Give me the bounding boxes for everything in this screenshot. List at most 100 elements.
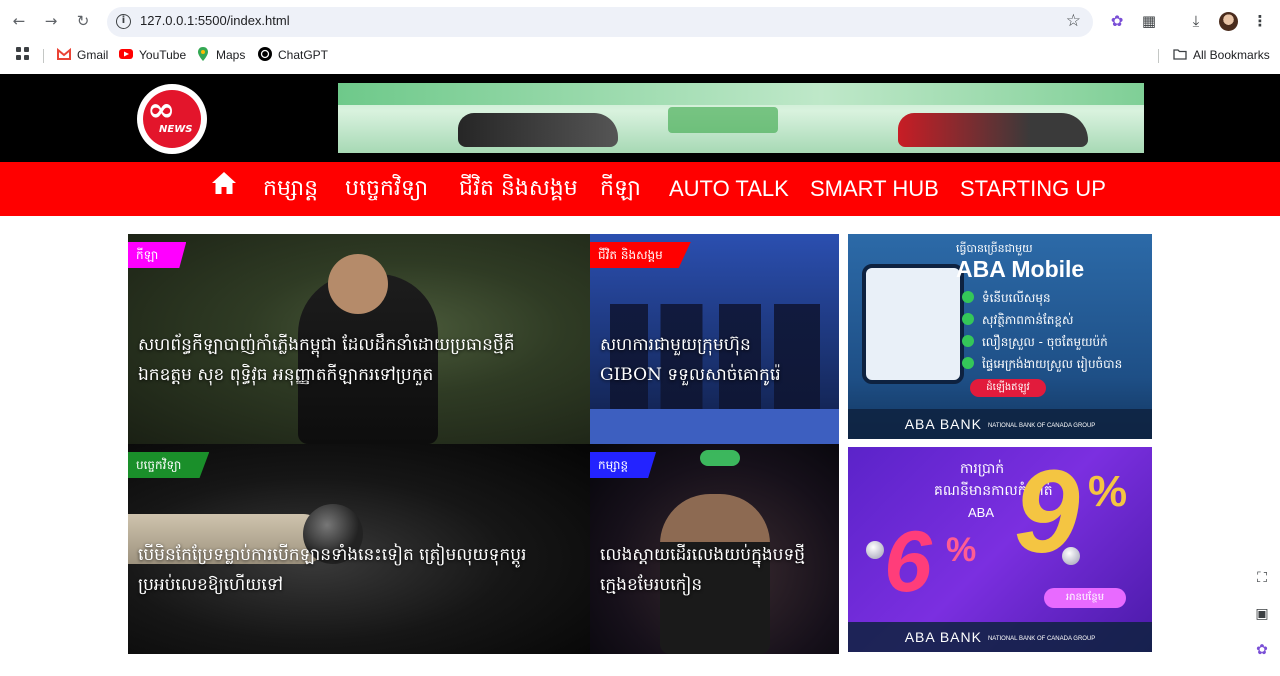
article-card[interactable]: កម្សាន្ត លេងស្ដាយដើរលេងយប់ក្នុងបទថ្មី ក្… xyxy=(590,444,839,654)
category-badge[interactable]: ជីវិត និងសង្គម xyxy=(590,242,691,268)
bookmark-gmail[interactable]: Gmail xyxy=(57,47,108,63)
side-floating-toolbar: ⛶ ▣ ✿ xyxy=(1250,566,1274,674)
article-headline[interactable]: សហការជាមួយក្រុមហ៊ុន GIBON ទទួលសាច់គោកូរ៉… xyxy=(600,330,781,390)
headline-line: បើមិនកែប្រែទម្លាប់ការបើកឡានទាំងនេះទៀត ត្… xyxy=(138,545,527,565)
ad-kicker: ការប្រាក់ xyxy=(960,461,1005,477)
aba-deposit-ad[interactable]: ការប្រាក់ គណនីមានកាលកំណត់ ABA 9 % 6 % អា… xyxy=(848,447,1152,652)
coin-icon xyxy=(1062,547,1080,565)
logo-word: NEWS xyxy=(159,124,193,135)
ad-footer: ABA BANK NATIONAL BANK OF CANADA GROUP xyxy=(848,409,1152,439)
headline-line: GIBON ទទួលសាច់គោកូរ៉េ xyxy=(600,365,781,385)
aba-mobile-ad[interactable]: ធ្វើបានច្រើនជាមួយ ABA Mobile ទំនើបលើសមុន… xyxy=(848,234,1152,439)
bookmark-gmail-label: Gmail xyxy=(77,48,109,62)
article-image-table xyxy=(590,409,839,444)
check-icon xyxy=(962,357,974,369)
headline-line: សហការជាមួយក្រុមហ៊ុន xyxy=(600,335,751,355)
bookmark-maps[interactable]: Maps xyxy=(196,47,245,63)
menu-kebab-icon[interactable]: ⋮ xyxy=(1249,10,1271,32)
profile-avatar[interactable] xyxy=(1219,12,1238,31)
bookmarks-divider xyxy=(43,49,44,63)
headline-line: សហព័ន្ធកីឡាបាញ់កាំភ្លើងកម្ពុជា ដែលដឹកនាំ… xyxy=(138,335,515,355)
gmail-icon xyxy=(57,47,71,61)
ad-feature: សុវត្ថិភាពកាន់តែខ្ពស់ xyxy=(962,312,1073,330)
article-image-stage-light xyxy=(700,450,740,466)
check-icon xyxy=(962,313,974,325)
nav-item-entertainment[interactable]: កម្សាន្ត xyxy=(263,173,318,205)
download-icon[interactable]: ⤓ xyxy=(1185,10,1207,32)
nav-item-life-society[interactable]: ជីវិត និងសង្គម xyxy=(459,173,578,205)
nav-item-technology[interactable]: បច្ចេកវិទ្យា xyxy=(345,173,428,205)
all-bookmarks-label: All Bookmarks xyxy=(1193,48,1270,62)
bookmark-star-icon[interactable]: ☆ xyxy=(1066,11,1081,31)
ad-feature: លឿនស្រួល - ចុចតែមួយប៉ក់ xyxy=(962,334,1108,352)
article-headline[interactable]: លេងស្ដាយដើរលេងយប់ក្នុងបទថ្មី ក្មេងខមែរបក… xyxy=(600,540,805,600)
nav-item-sports[interactable]: កីឡា xyxy=(600,173,641,205)
article-card[interactable]: ជីវិត និងសង្គម សហការជាមួយក្រុមហ៊ុន GIBON… xyxy=(590,234,839,444)
rate-low-number: 6 xyxy=(884,514,932,610)
bank-group: NATIONAL BANK OF CANADA GROUP xyxy=(987,423,1096,429)
site-header: ∞ NEWS xyxy=(0,74,1280,162)
bank-name: ABA BANK xyxy=(904,629,982,645)
ad-footer: ABA BANK NATIONAL BANK OF CANADA GROUP xyxy=(848,622,1152,652)
check-icon xyxy=(962,291,974,303)
screenshot-icon[interactable]: ⛶ xyxy=(1250,566,1274,590)
reading-mode-icon[interactable]: ▣ xyxy=(1250,602,1274,626)
article-headline[interactable]: បើមិនកែប្រែទម្លាប់ការបើកឡានទាំងនេះទៀត ត្… xyxy=(138,540,526,600)
article-headline[interactable]: សហព័ន្ធកីឡាបាញ់កាំភ្លើងកម្ពុជា ដែលដឹកនាំ… xyxy=(138,330,515,390)
bank-group: NATIONAL BANK OF CANADA GROUP xyxy=(987,636,1096,642)
address-url[interactable]: 127.0.0.1:5500/index.html xyxy=(140,13,290,28)
reload-icon[interactable]: ↻ xyxy=(73,11,93,31)
headline-line: លេងស្ដាយដើរលេងយប់ក្នុងបទថ្មី xyxy=(600,545,806,565)
bookmark-youtube[interactable]: YouTube xyxy=(119,47,186,63)
extension-brain-icon[interactable]: ✿ xyxy=(1250,638,1274,662)
chatgpt-icon xyxy=(258,47,272,61)
headline-line: ប្រអប់លេខឱ្យហើយទៅ xyxy=(138,575,284,595)
bank-name: ABA BANK xyxy=(904,416,982,432)
category-badge[interactable]: កម្សាន្ត xyxy=(590,452,657,478)
address-bar[interactable]: i 127.0.0.1:5500/index.html ☆ xyxy=(107,7,1093,37)
category-badge[interactable]: បច្ចេកវិទ្យា xyxy=(128,452,210,478)
nav-item-starting-up[interactable]: STARTING UP xyxy=(960,173,1106,205)
banner-stripe xyxy=(338,83,1144,105)
article-card[interactable]: បច្ចេកវិទ្យា បើមិនកែប្រែទម្លាប់ការបើកឡាន… xyxy=(128,444,590,654)
browser-toolbar: ← → ↻ i 127.0.0.1:5500/index.html ☆ ✿ ▦ … xyxy=(0,0,1280,42)
back-icon[interactable]: ← xyxy=(9,11,29,31)
bookmark-maps-label: Maps xyxy=(216,48,246,62)
site-logo[interactable]: ∞ NEWS xyxy=(137,84,207,154)
main-nav: កម្សាន្ត បច្ចេកវិទ្យា ជីវិត និងសង្គម កីឡ… xyxy=(0,162,1280,216)
nav-item-smart-hub[interactable]: SMART HUB xyxy=(810,173,939,205)
banner-car-image xyxy=(458,113,618,147)
article-image-head xyxy=(328,254,388,314)
ad-title: ABA Mobile xyxy=(956,256,1085,282)
nav-item-auto-talk[interactable]: AUTO TALK xyxy=(669,173,789,205)
ad-cta-button[interactable]: ដំឡើងឥឡូវ xyxy=(970,379,1046,397)
article-card[interactable]: កីឡា សហព័ន្ធកីឡាបាញ់កាំភ្លើងកម្ពុជា ដែលដ… xyxy=(128,234,590,444)
bookmark-chatgpt[interactable]: ChatGPT xyxy=(258,47,328,63)
apps-grid-icon[interactable] xyxy=(16,47,30,63)
ad-cta-button[interactable]: អានបន្ថែម xyxy=(1044,588,1126,608)
check-icon xyxy=(962,335,974,347)
ad-brand: ABA xyxy=(968,505,995,520)
youtube-icon xyxy=(119,47,133,61)
site-info-icon[interactable]: i xyxy=(116,14,131,29)
bookmarks-divider-right xyxy=(1158,49,1159,63)
rate-high-percent: % xyxy=(1088,467,1128,516)
coin-icon xyxy=(866,541,884,559)
all-bookmarks[interactable]: All Bookmarks xyxy=(1173,47,1270,63)
bookmark-youtube-label: YouTube xyxy=(139,48,187,62)
top-ad-banner[interactable] xyxy=(338,83,1144,153)
browser-chrome: ← → ↻ i 127.0.0.1:5500/index.html ☆ ✿ ▦ … xyxy=(0,0,1280,74)
rate-low-percent: % xyxy=(946,531,977,569)
category-badge[interactable]: កីឡា xyxy=(128,242,187,268)
extensions-puzzle-icon[interactable]: ▦ xyxy=(1138,10,1160,32)
ad-feature: ទំនើបលើសមុន xyxy=(962,290,1051,308)
forward-icon[interactable]: → xyxy=(41,11,61,31)
bookmarks-bar: Gmail YouTube Maps ChatGPT All Bookmarks xyxy=(0,42,1280,68)
maps-icon xyxy=(196,47,210,61)
banner-brand-logo xyxy=(668,107,778,133)
extension-brain-icon[interactable]: ✿ xyxy=(1106,10,1128,32)
headline-line: ឯកឧត្តម សុខ ពុទ្ធិវុធ អនុញ្ញាតកីឡាករទៅប្… xyxy=(138,365,434,385)
home-icon[interactable] xyxy=(211,171,237,195)
bookmark-chatgpt-label: ChatGPT xyxy=(278,48,329,62)
headline-line: ក្មេងខមែរបកៀន xyxy=(600,575,703,595)
